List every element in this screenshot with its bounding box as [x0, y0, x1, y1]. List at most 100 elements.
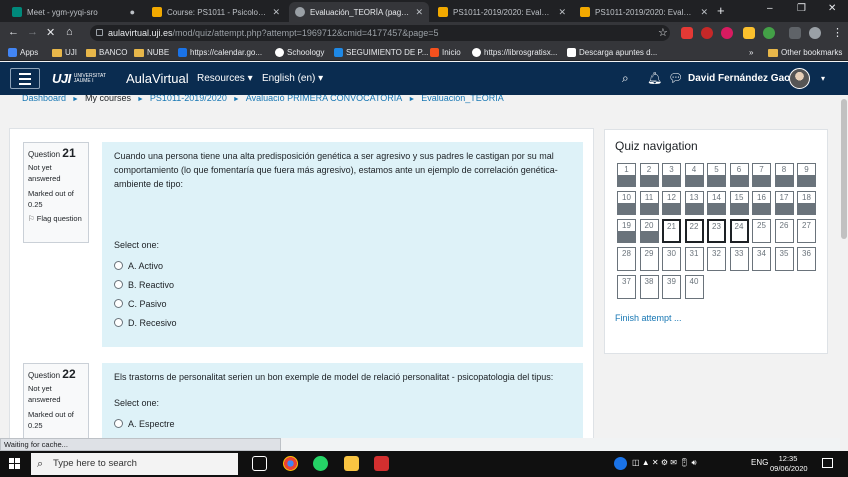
- quiz-nav-button-38[interactable]: 38: [639, 275, 659, 299]
- quiz-nav-button-27[interactable]: 27: [797, 219, 816, 243]
- profile-avatar-icon[interactable]: [809, 27, 821, 39]
- quiz-nav-button-3[interactable]: 3: [662, 163, 681, 187]
- browser-tab-evaluacion-active[interactable]: Evaluación_TEORÍA (page 6 of ✕: [289, 2, 429, 22]
- user-avatar[interactable]: [789, 68, 810, 89]
- whatsapp-app-icon[interactable]: [313, 456, 328, 471]
- quiz-nav-button-34[interactable]: 34: [752, 247, 771, 271]
- resources-menu[interactable]: Resources ▾: [197, 73, 253, 84]
- extension-icon[interactable]: [721, 27, 733, 39]
- quiz-nav-button-29[interactable]: 29: [639, 247, 659, 271]
- quiz-nav-button-36[interactable]: 36: [797, 247, 816, 271]
- tab-close-icon[interactable]: ✕: [700, 7, 708, 18]
- answer-option-a[interactable]: A. Espectre: [114, 414, 571, 433]
- home-icon[interactable]: ⌂: [66, 26, 73, 38]
- breadcrumb-dashboard[interactable]: Dashboard: [22, 95, 66, 103]
- quiz-nav-button-10[interactable]: 10: [617, 191, 636, 215]
- extension-icon[interactable]: [743, 27, 755, 39]
- bookmark-seguimiento[interactable]: SEGUIMIENTO DE P...: [334, 46, 428, 59]
- answer-option-d[interactable]: D. Recesivo: [114, 313, 571, 332]
- search-icon[interactable]: ⌕: [622, 71, 629, 86]
- quiz-nav-button-26[interactable]: 26: [774, 219, 794, 243]
- notifications-bell-icon[interactable]: 🔔︎: [647, 71, 662, 85]
- extension-icon[interactable]: [763, 27, 775, 39]
- browser-menu-icon[interactable]: ⋮: [832, 26, 843, 39]
- acrobat-reader-icon[interactable]: [374, 456, 389, 471]
- browser-tab-meet[interactable]: Meet - ygm-yyqi-sro ●: [6, 2, 141, 22]
- quiz-nav-button-18[interactable]: 18: [797, 191, 816, 215]
- bookmark-uji[interactable]: UJI: [52, 46, 77, 59]
- quiz-nav-button-9[interactable]: 9: [797, 163, 816, 187]
- bookmarks-overflow[interactable]: »: [749, 46, 753, 59]
- bookmark-librosgratis[interactable]: https://librosgratisx...: [472, 46, 557, 59]
- taskbar-clock[interactable]: 12:35 09/06/2020: [770, 454, 808, 474]
- bookmark-nube[interactable]: NUBE: [134, 46, 169, 59]
- chevron-down-icon[interactable]: ▾: [821, 74, 825, 83]
- answer-option-b[interactable]: B. Reactivo: [114, 275, 571, 294]
- radio-button[interactable]: [114, 419, 123, 428]
- quiz-nav-button-35[interactable]: 35: [774, 247, 794, 271]
- quiz-nav-button-5[interactable]: 5: [707, 163, 726, 187]
- bookmark-star-icon[interactable]: ☆: [658, 26, 668, 39]
- quiz-nav-button-37[interactable]: 37: [617, 275, 636, 299]
- tray-icons[interactable]: ◫ ▲ ✕ ⚙ ✉ 🔋︎ 🔊︎: [632, 458, 697, 468]
- quiz-nav-button-32[interactable]: 32: [707, 247, 726, 271]
- taskbar-search-input[interactable]: ⌕ Type here to search: [31, 453, 238, 475]
- radio-button[interactable]: [114, 299, 123, 308]
- browser-tab-ps1011-a[interactable]: PS1011-2019/2020: Evaluación ✕: [432, 2, 572, 22]
- site-name[interactable]: AulaVirtual: [126, 71, 189, 86]
- quiz-nav-button-31[interactable]: 31: [684, 247, 704, 271]
- tab-close-icon[interactable]: ✕: [272, 7, 280, 18]
- quiz-nav-button-6[interactable]: 6: [729, 163, 749, 187]
- quiz-nav-button-19[interactable]: 19: [617, 219, 636, 243]
- restore-button[interactable]: ❐: [797, 3, 806, 14]
- quiz-nav-button-23[interactable]: 23: [707, 219, 726, 243]
- quiz-nav-button-2[interactable]: 2: [639, 163, 659, 187]
- page-scrollbar[interactable]: [840, 95, 848, 451]
- quiz-nav-button-30[interactable]: 30: [662, 247, 681, 271]
- radio-button[interactable]: [114, 261, 123, 270]
- language-menu[interactable]: English (en) ▾: [262, 73, 323, 84]
- notifications-icon[interactable]: [822, 458, 833, 468]
- new-tab-button[interactable]: +: [717, 3, 725, 18]
- flag-question-button[interactable]: ⚐ Flag question: [28, 213, 84, 224]
- other-bookmarks[interactable]: Other bookmarks: [768, 46, 842, 59]
- bookmark-apps[interactable]: Apps: [8, 46, 38, 59]
- quiz-nav-button-1[interactable]: 1: [617, 163, 636, 187]
- quiz-nav-button-24[interactable]: 24: [729, 219, 749, 243]
- quiz-nav-button-12[interactable]: 12: [662, 191, 681, 215]
- quiz-nav-button-20[interactable]: 20: [639, 219, 659, 243]
- input-language[interactable]: ENG: [751, 458, 768, 467]
- answer-option-a[interactable]: A. Activo: [114, 256, 571, 275]
- chrome-app-icon[interactable]: [283, 456, 298, 471]
- quiz-nav-button-28[interactable]: 28: [617, 247, 636, 271]
- tab-close-icon[interactable]: ●: [130, 7, 135, 17]
- radio-button[interactable]: [114, 318, 123, 327]
- extension-icon[interactable]: [701, 27, 713, 39]
- close-window-button[interactable]: ✕: [828, 3, 836, 14]
- quiz-nav-button-13[interactable]: 13: [684, 191, 704, 215]
- quiz-nav-button-8[interactable]: 8: [774, 163, 794, 187]
- reload-icon[interactable]: ✕: [46, 26, 55, 39]
- drawer-toggle-button[interactable]: [10, 68, 40, 89]
- url-omnibox[interactable]: aulavirtual.uji.es/mod/quiz/attempt.php?…: [90, 25, 670, 41]
- bookmark-banco[interactable]: BANCO: [86, 46, 127, 59]
- file-explorer-icon[interactable]: [344, 456, 359, 471]
- windows-start-icon[interactable]: [9, 458, 21, 470]
- quiz-nav-button-33[interactable]: 33: [729, 247, 749, 271]
- quiz-nav-button-16[interactable]: 16: [752, 191, 771, 215]
- quiz-nav-button-21[interactable]: 21: [662, 219, 681, 243]
- browser-tab-ps1011-b[interactable]: PS1011-2019/2020: Evaluación ✕: [574, 2, 714, 22]
- quiz-nav-button-39[interactable]: 39: [662, 275, 681, 299]
- quiz-nav-button-4[interactable]: 4: [684, 163, 704, 187]
- forward-button[interactable]: →: [27, 26, 38, 38]
- quiz-nav-button-7[interactable]: 7: [752, 163, 771, 187]
- quiz-nav-button-22[interactable]: 22: [684, 219, 704, 243]
- bookmark-schoology[interactable]: Schoology: [275, 46, 324, 59]
- tab-close-icon[interactable]: ✕: [415, 7, 423, 18]
- scrollbar-thumb[interactable]: [841, 99, 847, 239]
- messages-icon[interactable]: 💬︎: [668, 71, 683, 85]
- minimize-button[interactable]: –: [767, 3, 773, 14]
- bookmark-calendar[interactable]: https://calendar.go...: [178, 46, 262, 59]
- radio-button[interactable]: [114, 280, 123, 289]
- quiz-nav-button-17[interactable]: 17: [774, 191, 794, 215]
